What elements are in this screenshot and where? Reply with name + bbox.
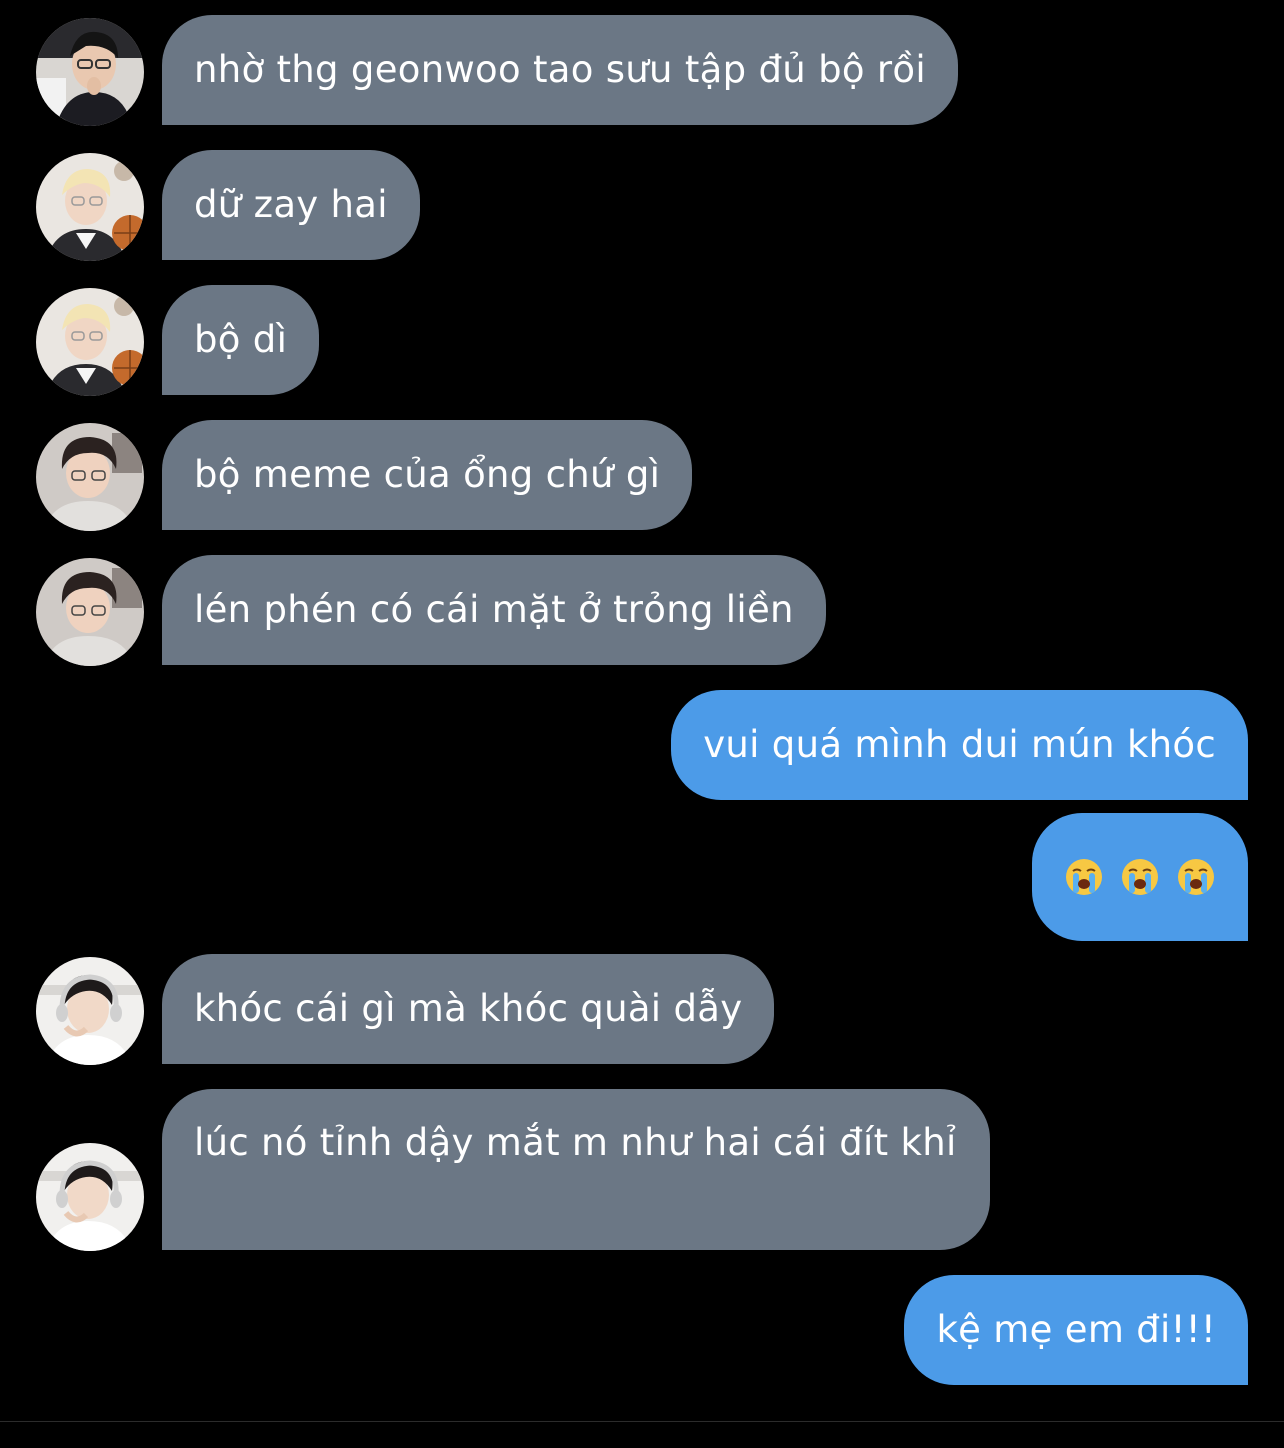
- message-bubble-outgoing[interactable]: [1032, 813, 1248, 941]
- message-bubble-outgoing[interactable]: vui quá mình dui mún khóc: [671, 690, 1248, 800]
- avatar[interactable]: [36, 153, 144, 261]
- avatar-photo: [36, 558, 144, 666]
- avatar[interactable]: [36, 957, 144, 1065]
- message-text: dữ zay hai: [194, 183, 388, 226]
- message-text: kệ mẹ em đi!!!: [936, 1308, 1216, 1351]
- message-bubble-incoming[interactable]: bộ dì: [162, 285, 320, 395]
- message-text: bộ meme của ổng chứ gì: [194, 453, 661, 496]
- message-text: lúc nó tỉnh dậy mắt m như hai cái đít kh…: [194, 1121, 957, 1164]
- loudly-crying-face-icon: [1066, 859, 1102, 895]
- message-text: lén phén có cái mặt ở trỏng liền: [194, 588, 794, 631]
- message-bubble-outgoing[interactable]: kệ mẹ em đi!!!: [904, 1275, 1248, 1385]
- avatar[interactable]: [36, 288, 144, 396]
- avatar[interactable]: [36, 18, 144, 126]
- message-text: nhờ thg geonwoo tao sưu tập đủ bộ rồi: [194, 48, 926, 91]
- avatar-photo: [36, 957, 144, 1065]
- emoji-row: [1064, 857, 1216, 897]
- message-text: bộ dì: [194, 318, 288, 361]
- message-bubble-incoming[interactable]: dữ zay hai: [162, 150, 420, 260]
- message-bubble-incoming[interactable]: khóc cái gì mà khóc quài dẫy: [162, 954, 775, 1064]
- avatar[interactable]: [36, 423, 144, 531]
- divider: [0, 1421, 1284, 1422]
- avatar-photo: [36, 18, 144, 126]
- avatar-photo: [36, 1143, 144, 1251]
- loudly-crying-face-icon: [1122, 859, 1158, 895]
- avatar-photo: [36, 153, 144, 261]
- message-bubble-incoming[interactable]: lén phén có cái mặt ở trỏng liền: [162, 555, 826, 665]
- message-bubble-incoming[interactable]: lúc nó tỉnh dậy mắt m như hai cái đít kh…: [162, 1089, 990, 1250]
- avatar-photo: [36, 423, 144, 531]
- avatar-photo: [36, 288, 144, 396]
- message-text: khóc cái gì mà khóc quài dẫy: [194, 987, 743, 1030]
- message-bubble-incoming[interactable]: nhờ thg geonwoo tao sưu tập đủ bộ rồi: [162, 15, 958, 125]
- avatar[interactable]: [36, 558, 144, 666]
- avatar[interactable]: [36, 1143, 144, 1251]
- message-bubble-incoming[interactable]: bộ meme của ổng chứ gì: [162, 420, 693, 530]
- message-text: vui quá mình dui mún khóc: [703, 723, 1216, 766]
- loudly-crying-face-icon: [1178, 859, 1214, 895]
